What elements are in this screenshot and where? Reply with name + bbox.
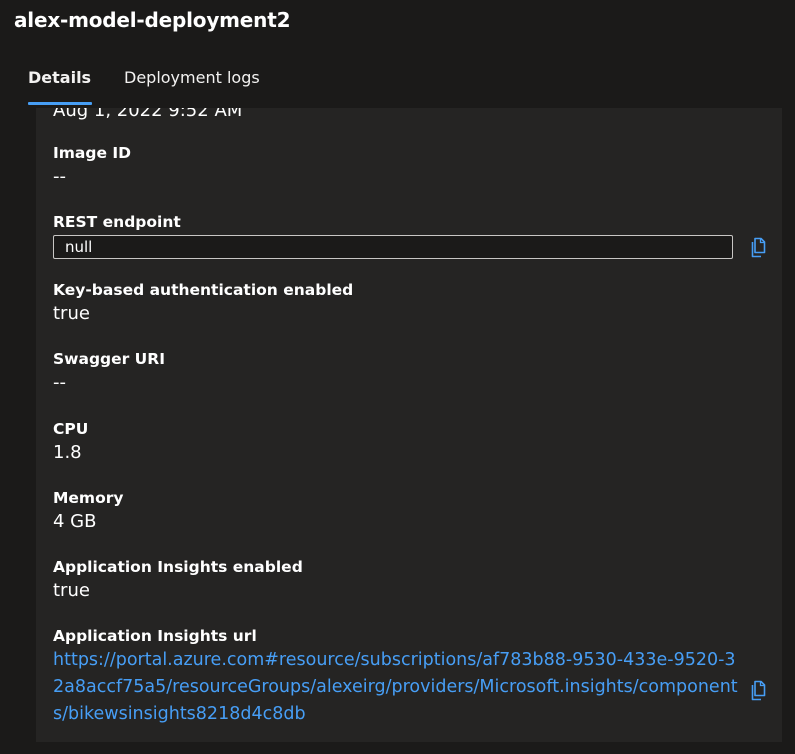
tab-details[interactable]: Details (28, 66, 93, 106)
cpu-value: 1.8 (53, 442, 82, 463)
created-on-value: Aug 1, 2022 9:52 AM (53, 108, 243, 121)
rest-endpoint-field: REST endpoint (53, 211, 766, 263)
page-title: alex-model-deployment2 (14, 8, 291, 32)
app-insights-enabled-label: Application Insights enabled (53, 558, 303, 576)
app-insights-enabled-field: Application Insights enabled true (53, 556, 753, 604)
key-auth-field: Key-based authentication enabled true (53, 279, 753, 327)
image-id-value: -- (53, 166, 66, 187)
cpu-label: CPU (53, 420, 89, 438)
tab-details-label: Details (28, 68, 92, 87)
app-insights-url-field: Application Insights url https://portal.… (53, 625, 753, 728)
copy-icon[interactable] (749, 680, 769, 702)
details-panel: Aug 1, 2022 9:52 AM Image ID -- REST end… (36, 108, 782, 742)
copy-icon[interactable] (749, 237, 769, 259)
app-insights-url-label: Application Insights url (53, 627, 257, 645)
memory-label: Memory (53, 489, 124, 507)
app-insights-enabled-value: true (53, 580, 90, 601)
tab-deployment-logs[interactable]: Deployment logs (124, 66, 260, 106)
cpu-field: CPU 1.8 (53, 418, 753, 466)
created-on-field: Aug 1, 2022 9:52 AM (53, 108, 753, 124)
app-insights-url-link[interactable]: https://portal.azure.com#resource/subscr… (53, 647, 743, 728)
image-id-field: Image ID -- (53, 142, 753, 190)
key-auth-label: Key-based authentication enabled (53, 281, 354, 299)
key-auth-value: true (53, 303, 90, 324)
rest-endpoint-label: REST endpoint (53, 213, 181, 231)
swagger-uri-label: Swagger URI (53, 350, 165, 368)
rest-endpoint-input[interactable] (54, 236, 725, 258)
active-tab-indicator (28, 102, 93, 105)
image-id-label: Image ID (53, 144, 132, 162)
rest-endpoint-textbox[interactable] (53, 235, 733, 259)
tab-deployment-logs-label: Deployment logs (124, 68, 260, 87)
swagger-uri-field: Swagger URI -- (53, 348, 753, 396)
swagger-uri-value: -- (53, 372, 66, 393)
memory-value: 4 GB (53, 511, 97, 532)
memory-field: Memory 4 GB (53, 487, 753, 535)
